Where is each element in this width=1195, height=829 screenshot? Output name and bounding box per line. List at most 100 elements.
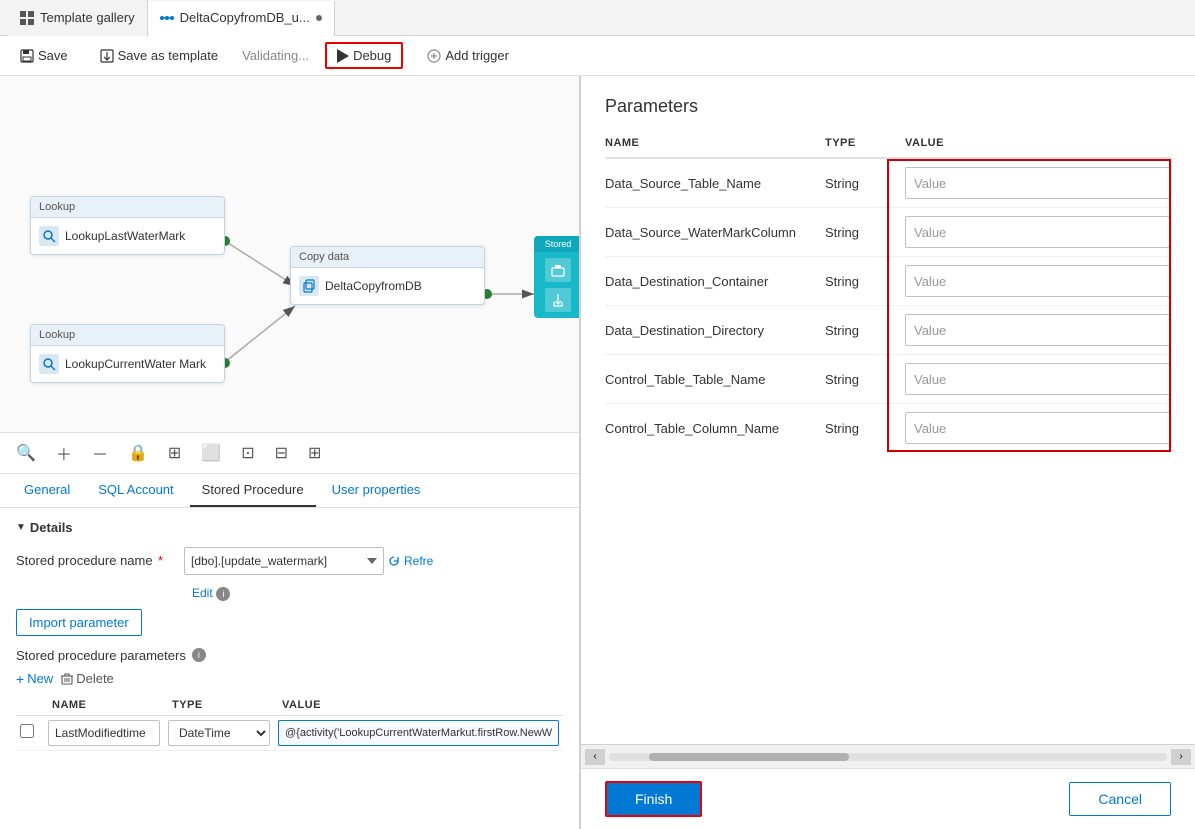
- right-panel: Parameters NAME TYPE VALUE Data_Source_T…: [580, 76, 1195, 829]
- debug-play-icon: [337, 49, 349, 63]
- toolbar: Save Save as template Validating... Debu…: [0, 36, 1195, 76]
- right-panel-content: Parameters NAME TYPE VALUE Data_Source_T…: [581, 76, 1195, 744]
- param-type-select[interactable]: DateTime String Int: [168, 720, 270, 746]
- tab-general[interactable]: General: [12, 474, 82, 507]
- scroll-right-button[interactable]: ›: [1171, 749, 1191, 765]
- copy-data-icon: [299, 276, 319, 296]
- finish-button[interactable]: Finish: [605, 781, 702, 817]
- row-4-value-input[interactable]: [905, 314, 1171, 346]
- cancel-button[interactable]: Cancel: [1069, 782, 1171, 816]
- row-4-name: Data_Destination_Directory: [605, 323, 825, 338]
- parameters-title: Parameters: [605, 96, 1171, 117]
- canvas-area: Lookup LookupLastWaterMark Lookup Lookup…: [0, 76, 580, 829]
- col-value-header: VALUE: [274, 695, 563, 716]
- lookup2-node[interactable]: Lookup LookupCurrentWater Mark: [30, 324, 225, 383]
- zoom-add-btn[interactable]: ＋: [52, 439, 76, 467]
- edit-info-icon[interactable]: i: [216, 587, 230, 601]
- tab-user-properties[interactable]: User properties: [320, 474, 433, 507]
- param-row-3: Data_Destination_Container String: [605, 257, 1171, 306]
- stored-procedure-node[interactable]: Stored: [534, 236, 579, 318]
- code-btn[interactable]: ⊞: [164, 441, 185, 465]
- add-trigger-button[interactable]: Add trigger: [419, 44, 517, 67]
- grid-btn[interactable]: ⊞: [304, 441, 325, 465]
- sp-params-header: Stored procedure parameters i: [16, 648, 563, 663]
- copy-data-node[interactable]: Copy data DeltaCopyfromDB: [290, 246, 485, 305]
- lookup1-label: LookupLastWaterMark: [65, 229, 185, 243]
- import-parameter-button[interactable]: Import parameter: [16, 609, 142, 636]
- row-4-value: [905, 314, 1171, 346]
- lookup1-header: Lookup: [31, 197, 224, 218]
- row-value-cell: [274, 715, 563, 750]
- proc-name-row: Stored procedure name * [dbo].[update_wa…: [16, 547, 563, 575]
- row-6-value-input[interactable]: [905, 412, 1171, 444]
- save-button[interactable]: Save: [12, 44, 76, 67]
- row-1-value-input[interactable]: [905, 167, 1171, 199]
- param-row-2: Data_Source_WaterMarkColumn String: [605, 208, 1171, 257]
- param-name-input[interactable]: [48, 720, 160, 746]
- row-type-cell: DateTime String Int: [164, 715, 274, 750]
- fit-btn[interactable]: ⬜: [197, 441, 225, 465]
- lookup2-icon: [39, 354, 59, 374]
- row-5-value: [905, 363, 1171, 395]
- col-check: [16, 695, 44, 716]
- tab-stored-procedure[interactable]: Stored Procedure: [190, 474, 316, 507]
- debug-label: Debug: [353, 48, 391, 63]
- copy-data-body: DeltaCopyfromDB: [291, 268, 484, 304]
- tab-delta-copy-label: DeltaCopyfromDB_u...: [180, 10, 310, 25]
- header-type: TYPE: [825, 137, 905, 149]
- section-arrow: ▼: [16, 522, 26, 533]
- add-trigger-label: Add trigger: [445, 48, 509, 63]
- tab-sql-account[interactable]: SQL Account: [86, 474, 185, 507]
- scroll-left-button[interactable]: ‹: [585, 749, 605, 765]
- row-3-value-input[interactable]: [905, 265, 1171, 297]
- new-param-button[interactable]: + New: [16, 671, 53, 687]
- param-row-6: Control_Table_Column_Name String: [605, 404, 1171, 452]
- zoom-search-btn[interactable]: 🔍: [12, 441, 40, 465]
- save-template-icon: [100, 49, 114, 63]
- proc-name-select[interactable]: [dbo].[update_watermark]: [184, 547, 384, 575]
- stored-icon1: [545, 258, 571, 282]
- canvas-toolbar: 🔍 ＋ － 🔒 ⊞ ⬜ ⊡ ⊟ ⊞: [0, 432, 579, 473]
- tab-delta-copy[interactable]: DeltaCopyfromDB_u...: [148, 1, 335, 37]
- crop-btn[interactable]: ⊡: [237, 441, 258, 465]
- main-content: Lookup LookupLastWaterMark Lookup Lookup…: [0, 76, 1195, 829]
- tab-template-gallery-label: Template gallery: [40, 10, 135, 25]
- edit-link[interactable]: Edit: [192, 586, 213, 600]
- header-name: NAME: [605, 137, 825, 149]
- param-row-5: Control_Table_Table_Name String: [605, 355, 1171, 404]
- stored-node-header: Stored: [534, 236, 579, 252]
- delete-param-button[interactable]: Delete: [61, 671, 114, 687]
- pipeline-canvas[interactable]: Lookup LookupLastWaterMark Lookup Lookup…: [0, 76, 579, 432]
- zoom-minus-btn[interactable]: －: [88, 439, 112, 467]
- lookup2-header: Lookup: [31, 325, 224, 346]
- row-3-name: Data_Destination_Container: [605, 274, 825, 289]
- lookup2-label: LookupCurrentWater Mark: [65, 357, 206, 371]
- param-value-input[interactable]: [278, 720, 559, 746]
- refresh-button[interactable]: Refre: [388, 554, 433, 568]
- row-checkbox-cell: [16, 715, 44, 750]
- tab-template-gallery[interactable]: Template gallery: [8, 0, 148, 36]
- row-2-value-input[interactable]: [905, 216, 1171, 248]
- details-section-header[interactable]: ▼ Details: [16, 520, 563, 535]
- row-checkbox[interactable]: [20, 724, 34, 738]
- save-as-template-button[interactable]: Save as template: [92, 44, 226, 67]
- header-value: VALUE: [905, 137, 1171, 149]
- copy-data-header: Copy data: [291, 247, 484, 268]
- row-1-value: [905, 167, 1171, 199]
- refresh-icon: [388, 555, 400, 567]
- col-type-header: TYPE: [164, 695, 274, 716]
- sp-params-info-icon[interactable]: i: [192, 648, 206, 662]
- row-name-cell: [44, 715, 164, 750]
- debug-button[interactable]: Debug: [325, 42, 403, 69]
- lookup1-node[interactable]: Lookup LookupLastWaterMark: [30, 196, 225, 255]
- table-row: DateTime String Int: [16, 715, 563, 750]
- scroll-track[interactable]: [609, 753, 1167, 761]
- save-label: Save: [38, 48, 68, 63]
- split-btn[interactable]: ⊟: [271, 441, 292, 465]
- lock-btn[interactable]: 🔒: [124, 441, 152, 465]
- row-6-type: String: [825, 421, 905, 436]
- row-6-name: Control_Table_Column_Name: [605, 421, 825, 436]
- edit-row: Edit i: [184, 585, 563, 601]
- row-5-value-input[interactable]: [905, 363, 1171, 395]
- stored-icon2: [545, 288, 571, 312]
